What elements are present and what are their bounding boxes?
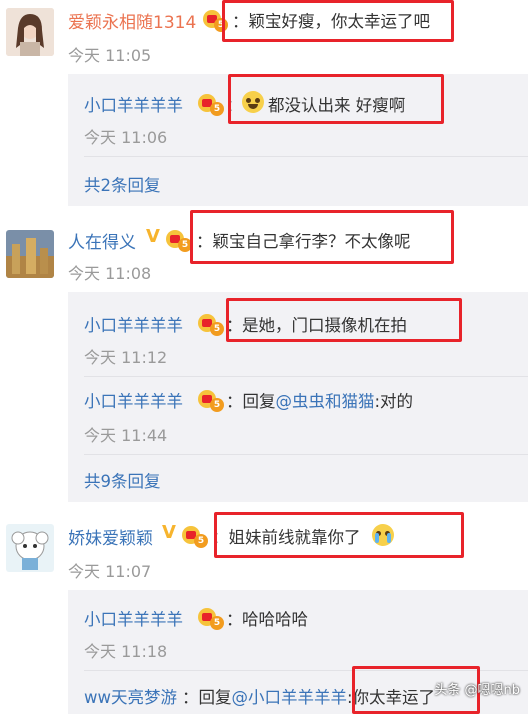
- username[interactable]: 娇妹爱颖颖: [68, 524, 153, 549]
- more-replies-link[interactable]: 共2条回复: [84, 172, 161, 196]
- reply-username[interactable]: 小口羊羊羊羊: [84, 388, 183, 412]
- mention-link[interactable]: @小口羊羊羊羊: [232, 688, 348, 707]
- comment-time: 今天 11:07: [68, 562, 152, 581]
- divider: [84, 454, 528, 455]
- divider: [84, 376, 528, 377]
- comment-item: 爱颖永相随1314 5 ：颖宝好瘦，你太幸运了吧 今天 11:05 小口羊羊羊羊…: [0, 0, 528, 206]
- colon: ：: [182, 688, 199, 707]
- reply-username[interactable]: 小口羊羊羊羊: [84, 312, 183, 336]
- username[interactable]: 人在得义: [68, 228, 136, 253]
- reply-prefix: 回复: [242, 392, 276, 411]
- reply-text: ：回复@虫虫和猫猫:对的: [226, 388, 413, 412]
- avatar[interactable]: [6, 524, 54, 572]
- reply-box: 小口羊羊羊羊 5 ： 都没认出来 好瘦啊 今天 11:06 共2条回复: [68, 74, 528, 206]
- mention-link[interactable]: @虫虫和猫猫: [276, 392, 375, 411]
- comment-item: 人在得义 V 5 ：颖宝自己拿行李？不太像呢 今天 11:08 小口羊羊羊羊 5…: [0, 210, 528, 502]
- highlight-box: [190, 210, 454, 264]
- reply-suffix: :对的: [374, 392, 414, 411]
- reply-box: 小口羊羊羊羊 5 ： 是她，门口摄像机在拍 今天 11:12 小口羊羊羊羊 5 …: [68, 292, 528, 502]
- reply-time: 今天 11:18: [84, 642, 168, 661]
- avatar[interactable]: [6, 8, 54, 56]
- level-badge-icon: 5: [210, 616, 224, 630]
- level-badge-icon: 5: [210, 102, 224, 116]
- highlight-box: [222, 0, 454, 42]
- avatar[interactable]: [6, 230, 54, 278]
- level-badge-icon: 5: [210, 398, 224, 412]
- more-replies-link[interactable]: 共9条回复: [84, 468, 161, 492]
- reply-time: 今天 11:44: [84, 426, 168, 445]
- watermark: 头条 @嗯嗯nb: [434, 683, 520, 698]
- level-badge-icon: 5: [194, 534, 208, 548]
- comment-time: 今天 11:08: [68, 264, 152, 283]
- username[interactable]: 爱颖永相随1314: [68, 8, 196, 33]
- highlight-box: [226, 298, 462, 342]
- divider: [84, 156, 528, 157]
- highlight-box: [214, 512, 464, 558]
- reply-time: 今天 11:06: [84, 128, 168, 147]
- highlight-box: [228, 74, 444, 124]
- reply-username[interactable]: 小口羊羊羊羊: [84, 92, 183, 116]
- reply-text: 哈哈哈哈: [242, 610, 308, 629]
- reply-username[interactable]: 小口羊羊羊羊: [84, 606, 183, 630]
- reply-username[interactable]: ww天亮梦游: [84, 684, 177, 708]
- reply-colon: ：: [226, 610, 243, 629]
- comment-time: 今天 11:05: [68, 46, 152, 65]
- reply-prefix: 回复: [198, 688, 232, 707]
- colon: ：: [226, 392, 243, 411]
- reply-time: 今天 11:12: [84, 348, 168, 367]
- level-badge-icon: 5: [210, 322, 224, 336]
- verified-v-icon: V: [146, 226, 160, 247]
- verified-v-icon: V: [162, 522, 176, 543]
